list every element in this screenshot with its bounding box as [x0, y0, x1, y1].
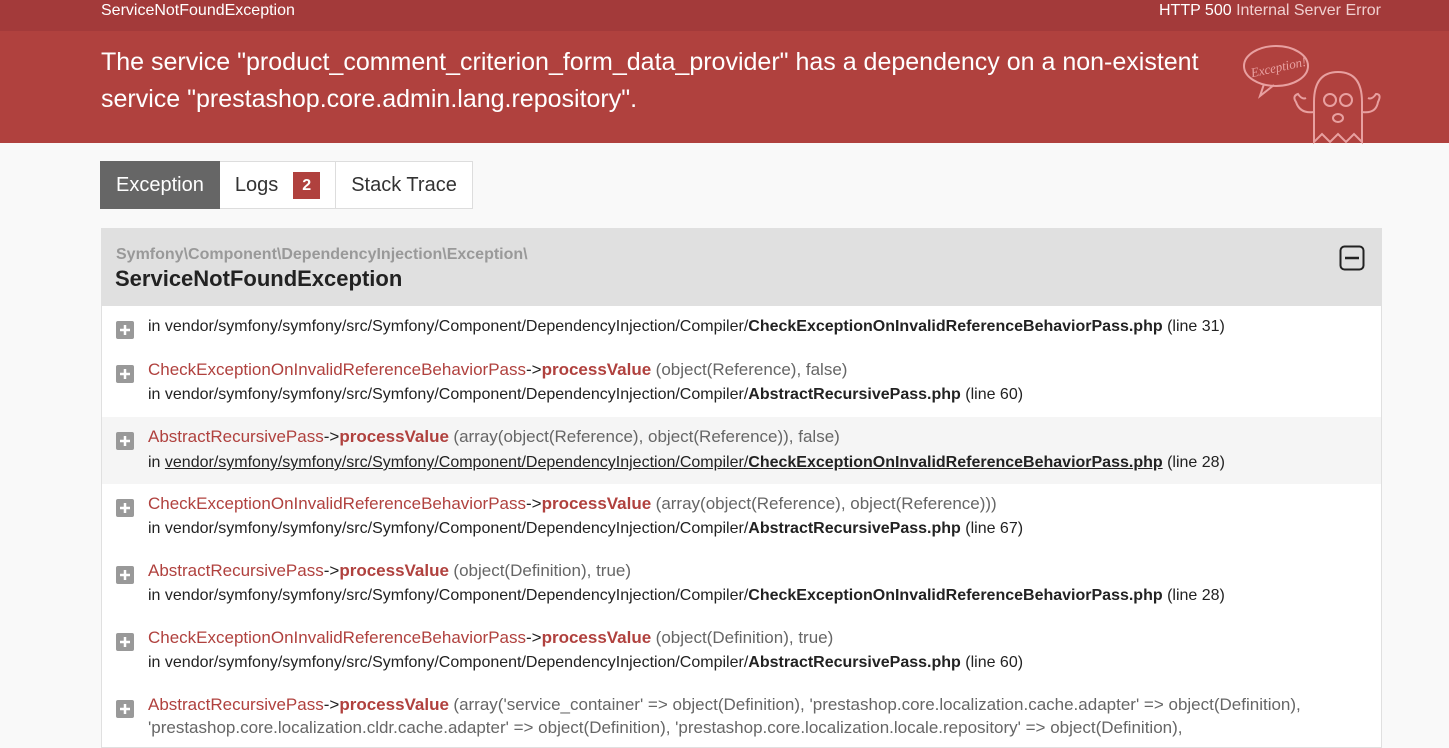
exception-header: The service "product_comment_criterion_f… [0, 31, 1449, 145]
trace-method: processValue [339, 695, 449, 714]
exception-panel: Symfony\Component\DependencyInjection\Ex… [101, 228, 1382, 748]
trace-method: processValue [339, 561, 449, 580]
trace-args: (object(Reference), false) [655, 360, 848, 379]
trace-method: processValue [541, 360, 652, 379]
tab-bar: Exception Logs 2 Stack Trace [100, 161, 473, 209]
trace-item: AbstractRecursivePass->processValue (arr… [102, 685, 1381, 747]
trace-line: (line 28) [1167, 587, 1225, 604]
trace-args: 'prestashop.core.localization.cldr.cache… [148, 718, 1183, 737]
trace-item: CheckExceptionOnInvalidReferenceBehavior… [102, 350, 1381, 417]
ghost-icon: Exception! [1243, 45, 1381, 145]
trace-path: in vendor/symfony/symfony/src/Symfony/Co… [148, 318, 749, 335]
tab-exception[interactable]: Exception [100, 161, 220, 209]
exception-class-name: ServiceNotFoundException [115, 266, 403, 291]
trace-args: (object(Definition), true) [655, 628, 834, 647]
trace-file-location: in vendor/symfony/symfony/src/Symfony/Co… [148, 654, 1023, 672]
trace-line: (line 28) [1167, 454, 1225, 471]
stack-trace-list: in vendor/symfony/symfony/src/Symfony/Co… [102, 306, 1381, 747]
trace-item: CheckExceptionOnInvalidReferenceBehavior… [102, 484, 1381, 551]
trace-line: (line 67) [965, 520, 1024, 537]
trace-line: (line 60) [965, 654, 1024, 671]
status-code: HTTP 500 [1158, 2, 1232, 19]
expand-icon[interactable] [116, 700, 134, 718]
trace-file: AbstractRecursivePass.php [748, 520, 961, 537]
trace-path: in vendor/symfony/symfony/src/Symfony/Co… [148, 520, 749, 537]
expand-icon[interactable] [116, 321, 134, 339]
trace-file-location: in vendor/symfony/symfony/src/Symfony/Co… [148, 587, 1225, 605]
http-status: HTTP 500 Internal Server Error [1159, 2, 1381, 20]
trace-call: AbstractRecursivePass->processValue (arr… [148, 695, 1301, 714]
trace-class: CheckExceptionOnInvalidReferenceBehavior… [148, 494, 526, 513]
tab-stack-trace[interactable]: Stack Trace [336, 161, 473, 209]
trace-file: CheckExceptionOnInvalidReferenceBehavior… [748, 318, 1163, 335]
trace-args: (array(object(Reference), object(Referen… [655, 494, 997, 513]
trace-in: in [148, 454, 165, 471]
trace-path: in vendor/symfony/symfony/src/Symfony/Co… [148, 654, 749, 671]
ghost-bubble-text: Exception! [1248, 54, 1307, 81]
trace-args: (array('service_container' => object(Def… [453, 695, 1301, 714]
tab-label: Exception [116, 173, 204, 196]
trace-class: CheckExceptionOnInvalidReferenceBehavior… [148, 628, 526, 647]
trace-method: processValue [541, 628, 652, 647]
trace-args: (array(object(Reference), object(Referen… [453, 427, 840, 446]
trace-item: AbstractRecursivePass->processValue (obj… [102, 551, 1381, 618]
trace-class: AbstractRecursivePass [148, 561, 324, 580]
trace-call: CheckExceptionOnInvalidReferenceBehavior… [148, 494, 997, 513]
status-text: Internal Server Error [1236, 2, 1381, 19]
trace-call: CheckExceptionOnInvalidReferenceBehavior… [148, 360, 848, 379]
trace-file: AbstractRecursivePass.php [748, 654, 961, 671]
trace-class: AbstractRecursivePass [148, 427, 324, 446]
collapse-icon[interactable] [1339, 245, 1365, 271]
expand-icon[interactable] [116, 566, 134, 584]
exception-class-label: ServiceNotFoundException [101, 2, 295, 19]
trace-method: processValue [541, 494, 652, 513]
exception-namespace: Symfony\Component\DependencyInjection\Ex… [116, 246, 528, 263]
trace-file: CheckExceptionOnInvalidReferenceBehavior… [748, 587, 1163, 604]
trace-call: AbstractRecursivePass->processValue (obj… [148, 561, 632, 580]
expand-icon[interactable] [116, 432, 134, 450]
tab-label: Stack Trace [351, 173, 457, 196]
trace-method: processValue [339, 427, 449, 446]
trace-file-location: in vendor/symfony/symfony/src/Symfony/Co… [148, 386, 1023, 404]
trace-file: AbstractRecursivePass.php [748, 386, 961, 403]
trace-item: CheckExceptionOnInvalidReferenceBehavior… [102, 618, 1381, 685]
trace-file-location: in vendor/symfony/symfony/src/Symfony/Co… [148, 318, 1225, 336]
exception-panel-header: Symfony\Component\DependencyInjection\Ex… [102, 229, 1381, 306]
expand-icon[interactable] [116, 633, 134, 651]
trace-file[interactable]: CheckExceptionOnInvalidReferenceBehavior… [748, 454, 1162, 471]
trace-item: AbstractRecursivePass->processValue (arr… [102, 417, 1381, 484]
trace-call: AbstractRecursivePass->processValue (arr… [148, 427, 840, 446]
exception-message: The service "product_comment_criterion_f… [101, 48, 1199, 113]
trace-line: (line 60) [965, 386, 1024, 403]
trace-call-continued: 'prestashop.core.localization.cldr.cache… [148, 718, 1183, 738]
trace-call: CheckExceptionOnInvalidReferenceBehavior… [148, 628, 834, 647]
trace-line: (line 31) [1167, 318, 1225, 335]
trace-path[interactable]: vendor/symfony/symfony/src/Symfony/Compo… [165, 454, 748, 471]
expand-icon[interactable] [116, 499, 134, 517]
trace-item: in vendor/symfony/symfony/src/Symfony/Co… [102, 306, 1381, 350]
tab-label: Logs [234, 173, 279, 196]
trace-class: CheckExceptionOnInvalidReferenceBehavior… [148, 360, 526, 379]
trace-file-location[interactable]: in vendor/symfony/symfony/src/Symfony/Co… [148, 454, 1225, 472]
expand-icon[interactable] [116, 365, 134, 383]
trace-args: (object(Definition), true) [453, 561, 632, 580]
trace-class: AbstractRecursivePass [148, 695, 324, 714]
tab-logs[interactable]: Logs 2 [219, 161, 337, 209]
trace-path: in vendor/symfony/symfony/src/Symfony/Co… [148, 386, 749, 403]
trace-path: in vendor/symfony/symfony/src/Symfony/Co… [148, 587, 749, 604]
logs-count-badge: 2 [293, 171, 321, 199]
trace-file-location: in vendor/symfony/symfony/src/Symfony/Co… [148, 520, 1023, 538]
top-bar: ServiceNotFoundException HTTP 500 Intern… [0, 0, 1449, 31]
